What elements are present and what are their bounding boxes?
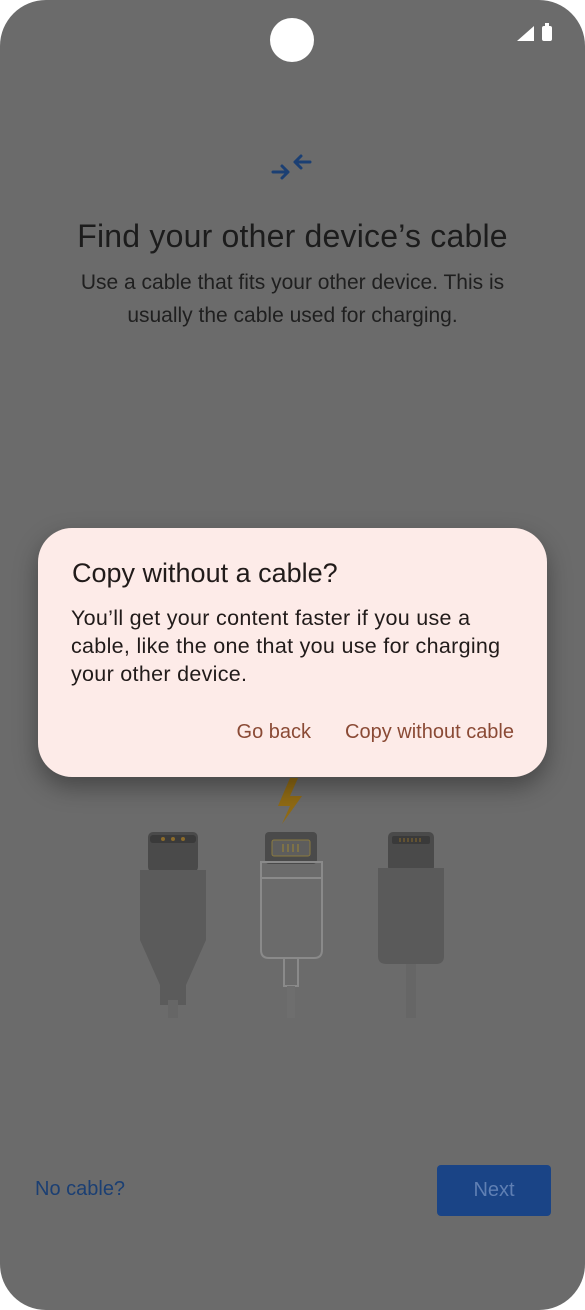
- status-bar: [517, 23, 552, 41]
- battery-icon: [542, 23, 552, 41]
- dialog-title: Copy without a cable?: [72, 558, 338, 588]
- go-back-button[interactable]: Go back: [237, 721, 311, 744]
- copy-without-cable-dialog: Copy without a cable? You’ll get your co…: [38, 528, 547, 777]
- copy-without-cable-button[interactable]: Copy without cable: [345, 721, 514, 744]
- usb-c-cable-icon: [140, 832, 206, 1018]
- cable-connect-icon: [271, 154, 312, 180]
- no-cable-link[interactable]: No cable?: [35, 1178, 125, 1201]
- lightning-cable-icon: [260, 832, 323, 1018]
- front-camera: [270, 18, 314, 62]
- dialog-actions: Go back Copy without cable: [237, 721, 514, 744]
- cable-illustration: [140, 778, 444, 1018]
- dialog-body: You’ll get your content faster if you us…: [71, 606, 501, 686]
- page-subtitle: Use a cable that fits your other device.…: [80, 271, 505, 327]
- page-title: Find your other device’s cable: [77, 218, 508, 254]
- micro-usb-cable-icon: [378, 832, 444, 1018]
- lightning-bolt-icon: [278, 778, 302, 824]
- signal-icon: [517, 26, 534, 41]
- phone-screen: Find your other device’s cable Use a cab…: [0, 0, 585, 1310]
- next-button[interactable]: Next: [437, 1165, 551, 1216]
